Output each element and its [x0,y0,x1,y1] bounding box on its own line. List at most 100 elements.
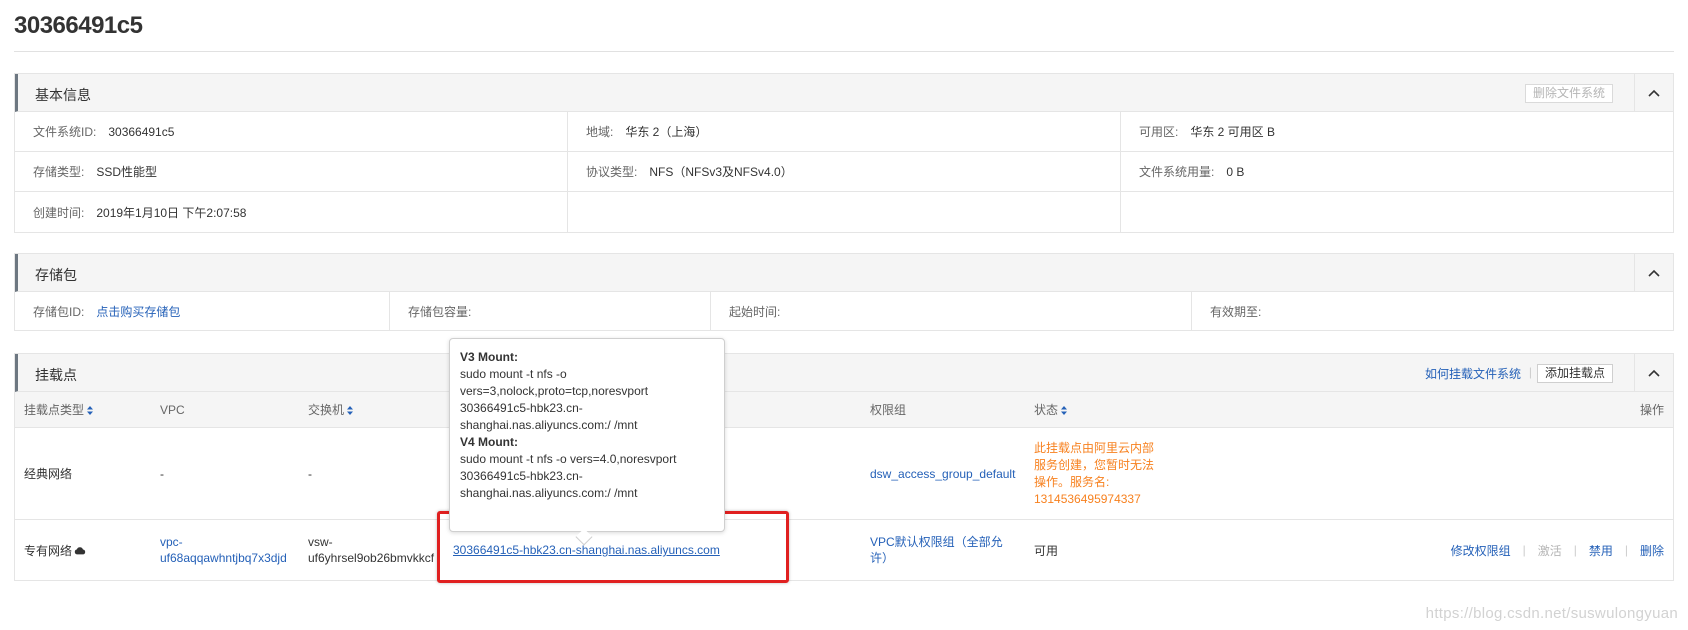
col-permission: 权限组 [870,403,907,417]
cell-vswitch: vsw- uf6yhrsel9ob26bmvkkcf [299,534,444,566]
page-title: 30366491c5 [14,12,143,39]
disable-button[interactable]: 禁用 [1589,542,1613,559]
mount-points-header: 挂载点 如何挂载文件系统 | 添加挂载点 [15,354,1673,392]
info-cell-zone: 可用区: 华东 2 可用区 B [1121,112,1673,151]
cell-actions: 修改权限组 | 激活 | 禁用 | 删除 [1425,542,1673,559]
status-line: 此挂载点由阿里云内部 [1034,440,1155,455]
buy-storage-package-link[interactable]: 点击购买存储包 [96,303,180,320]
cloud-icon [74,547,86,555]
col-vpc: VPC [160,402,185,417]
cell-type: 专有网络 [15,542,151,559]
package-capacity-label: 存储包容量: [408,304,472,319]
info-value: SSD性能型 [96,165,158,179]
activate-button[interactable]: 激活 [1538,542,1562,559]
cell-vpc: - [160,466,164,481]
mount-address-link[interactable]: 30366491c5-hbk23.cn-shanghai.nas.aliyunc… [453,543,720,557]
collapse-storage-package-button[interactable] [1634,254,1673,291]
collapse-mount-points-button[interactable] [1634,354,1673,391]
info-cell-empty [568,192,1121,232]
col-status[interactable]: 状态 [1025,401,1425,418]
permission-line: 许） [870,551,895,565]
package-expiry-cell: 有效期至: [1192,292,1673,330]
info-cell-protocol: 协议类型: NFS（NFSv3及NFSv4.0） [568,152,1121,191]
tooltip-line: 30366491c5-hbk23.cn- [460,469,583,483]
col-type[interactable]: 挂载点类型 [15,401,151,418]
tooltip-v3-title: V3 Mount: [460,350,518,364]
info-row: 创建时间: 2019年1月10日 下午2:07:58 [15,192,1673,232]
info-cell-empty [1121,192,1673,232]
action-separator: | [1624,543,1628,557]
delete-button[interactable]: 删除 [1640,542,1664,559]
info-cell-usage: 文件系统用量: 0 B [1121,152,1673,191]
permission-line: VPC默认权限组（全部允 [870,535,1003,549]
mount-points-title: 挂载点 [35,367,77,383]
header-separator: | [1528,365,1532,379]
info-value: 0 B [1226,164,1245,179]
watermark: https://blog.csdn.net/suswulongyuan [1425,605,1678,622]
sort-icon [87,406,94,416]
tooltip-line: 30366491c5-hbk23.cn- [460,401,583,415]
col-actions: 操作 [1639,403,1664,417]
tooltip-line: sudo mount -t nfs -o [460,367,567,381]
info-row: 存储类型: SSD性能型 协议类型: NFS（NFSv3及NFSv4.0） 文件… [15,152,1673,192]
collapse-basic-info-button[interactable] [1634,74,1673,111]
status-line: 服务创建，您暂时无法 [1034,457,1155,472]
info-cell-created: 创建时间: 2019年1月10日 下午2:07:58 [15,192,568,232]
basic-info-header: 基本信息 删除文件系统 [15,74,1673,112]
cell-type-label: 专有网络 [24,543,73,558]
tooltip-v4-title: V4 Mount: [460,435,518,449]
cell-type: 经典网络 [24,467,73,481]
tooltip-line: sudo mount -t nfs -o vers=4.0,noresvport [460,452,677,466]
vpc-id-link[interactable]: vpc- uf68aqqawhntjbq7x3djd [151,534,299,566]
info-cell-filesystem-id: 文件系统ID: 30366491c5 [15,112,568,151]
storage-package-row: 存储包ID: 点击购买存储包 存储包容量: 起始时间: 有效期至: [15,292,1673,330]
info-label: 文件系统ID: [33,125,97,139]
permission-group-link[interactable]: VPC默认权限组（全部允 许） [861,534,1025,566]
info-value: NFS（NFSv3及NFSv4.0） [649,165,793,179]
basic-info-panel: 基本信息 删除文件系统 文件系统ID: 30366491c5 地域: 华东 2（… [14,73,1674,233]
package-expiry-label: 有效期至: [1210,304,1262,319]
mount-table-header: 挂载点类型 VPC 交换机 权限组 状态 操作 [15,392,1673,428]
action-separator: | [1573,543,1577,557]
info-label: 创建时间: [33,205,85,220]
info-label: 可用区: [1139,125,1179,139]
chevron-up-icon [1648,369,1660,377]
package-start-label: 起始时间: [729,304,781,319]
col-vswitch[interactable]: 交换机 [299,401,444,418]
permission-group-link[interactable]: dsw_access_group_default [861,467,1025,481]
chevron-up-icon [1648,89,1660,97]
basic-info-title: 基本信息 [35,87,91,103]
delete-filesystem-button[interactable]: 删除文件系统 [1524,84,1613,103]
add-mount-point-button[interactable]: 添加挂载点 [1536,364,1613,383]
package-capacity-cell: 存储包容量: [390,292,711,330]
status-line: 1314536495974337 [1034,491,1141,506]
storage-package-title: 存储包 [35,267,77,283]
table-row: 经典网络 - - dsw_access_group_default 此挂载点由阿… [15,428,1673,520]
mount-command-tooltip: V3 Mount: sudo mount -t nfs -o vers=3,no… [449,338,725,532]
title-divider [14,51,1674,52]
info-value: 华东 2（上海） [625,125,708,139]
vswitch-id-line: uf6yhrsel9ob26bmvkkcf [308,551,435,565]
cell-status: 可用 [1034,543,1059,558]
cell-vswitch: - [308,466,312,481]
info-value: 30366491c5 [108,124,175,139]
table-row: 专有网络 vpc- uf68aqqawhntjbq7x3djd vsw- uf6… [15,520,1673,580]
package-id-label: 存储包ID: [33,304,85,319]
how-to-mount-link[interactable]: 如何挂载文件系统 [1425,365,1521,382]
tooltip-line: vers=3,nolock,proto=tcp,noresvport [460,384,649,398]
storage-package-header: 存储包 [15,254,1673,292]
col-vswitch-label: 交换机 [308,403,345,417]
vpc-id-line: uf68aqqawhntjbq7x3djd [160,551,287,565]
info-cell-storage-type: 存储类型: SSD性能型 [15,152,568,191]
status-line: 操作。服务名: [1034,474,1110,489]
chevron-up-icon [1648,269,1660,277]
package-start-cell: 起始时间: [711,292,1192,330]
action-separator: | [1522,543,1526,557]
modify-permission-group-button[interactable]: 修改权限组 [1451,542,1511,559]
info-label: 文件系统用量: [1139,165,1215,179]
tooltip-line: shanghai.nas.aliyuncs.com:/ /mnt [460,486,638,500]
info-label: 协议类型: [586,165,638,179]
col-type-label: 挂载点类型 [24,403,85,417]
vpc-id-line: vpc- [160,535,183,549]
cell-status-warning: 此挂载点由阿里云内部 服务创建，您暂时无法 操作。服务名: 1314536495… [1025,440,1425,508]
